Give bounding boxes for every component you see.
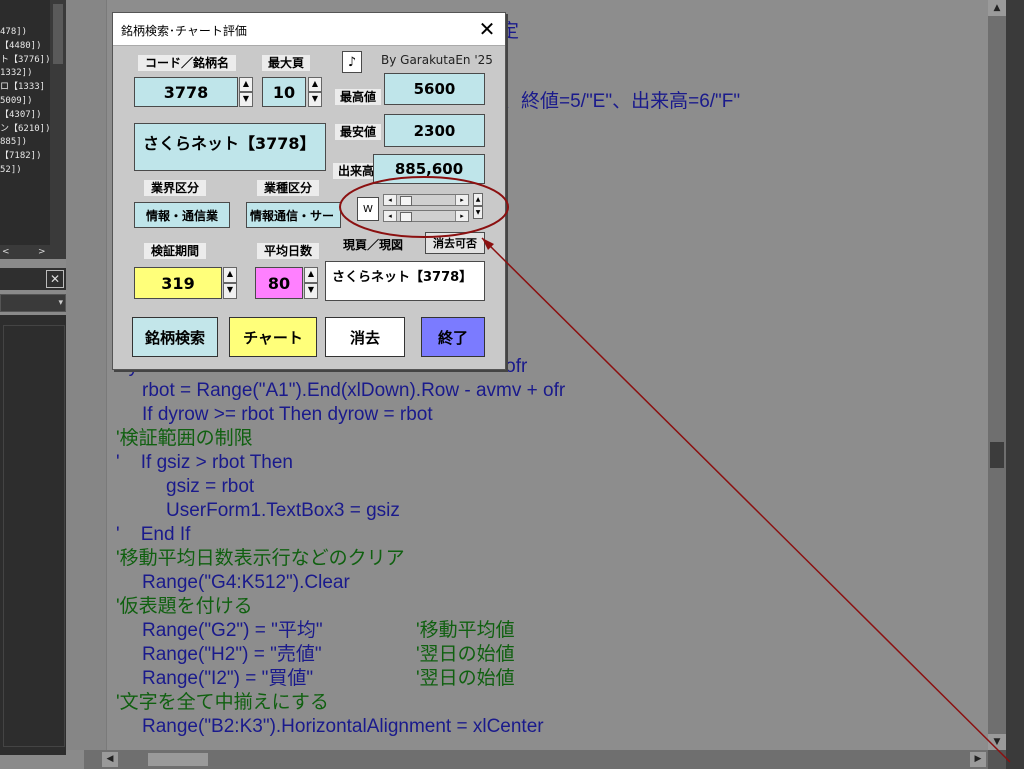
highlight-ellipse bbox=[339, 176, 509, 238]
annotation-arrow-line bbox=[481, 237, 1011, 763]
annotation-overlay bbox=[339, 176, 1011, 763]
